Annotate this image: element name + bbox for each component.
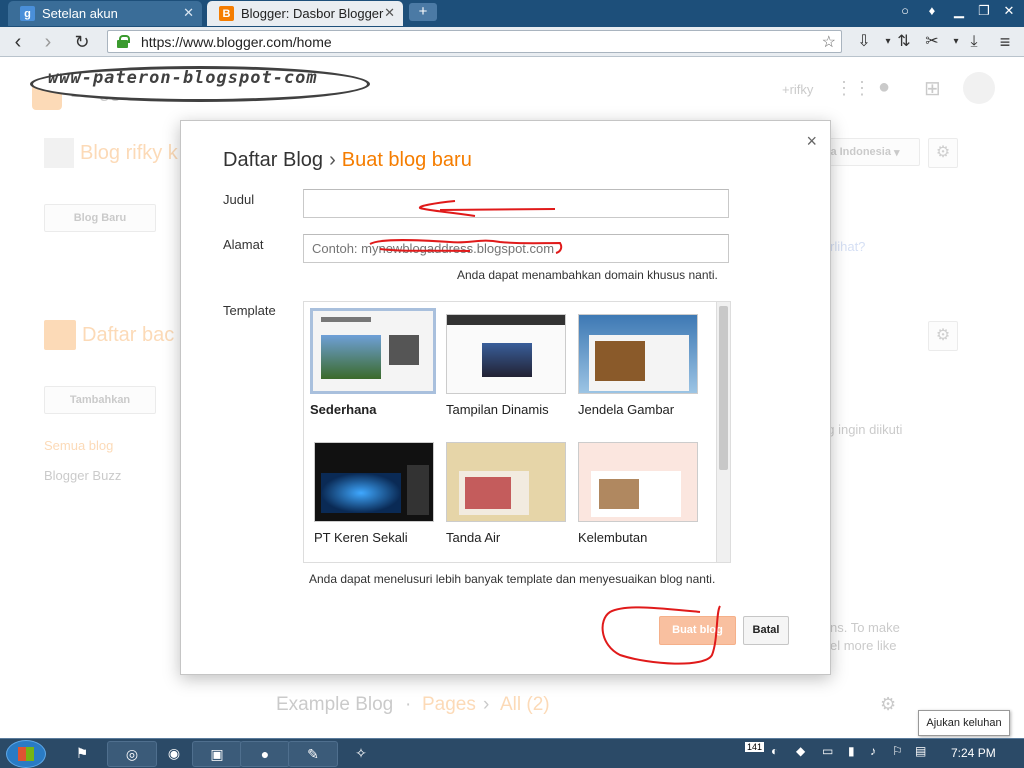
- tray-badge[interactable]: 141: [745, 742, 765, 752]
- flag-icon[interactable]: ⚐: [892, 744, 903, 758]
- window-icon[interactable]: ▣: [192, 741, 242, 767]
- minimize-icon[interactable]: ▁: [947, 3, 971, 19]
- menu-icon[interactable]: ≡: [993, 30, 1017, 54]
- tab-label: Setelan akun: [42, 6, 118, 21]
- template-thumbnail: [446, 442, 566, 522]
- template-scrollbar[interactable]: [716, 302, 730, 562]
- title-input[interactable]: [303, 189, 729, 218]
- address-hint: Anda dapat menambahkan domain khusus nan…: [457, 268, 718, 282]
- start-button[interactable]: [6, 740, 46, 768]
- dialog-title-main: Daftar Blog: [223, 149, 324, 171]
- network-icon[interactable]: ▤: [915, 744, 926, 758]
- template-hint: Anda dapat menelusuri lebih banyak templ…: [309, 572, 716, 586]
- shirt-icon[interactable]: ♦: [920, 3, 944, 18]
- back-icon[interactable]: ‹: [6, 30, 30, 54]
- download-helper-icon[interactable]: ⇩: [852, 30, 876, 54]
- title-field-label: Judul: [223, 192, 255, 207]
- template-name: PT Keren Sekali: [314, 530, 408, 545]
- firefox-icon[interactable]: ●: [240, 741, 290, 767]
- scrollbar-thumb[interactable]: [719, 306, 728, 470]
- forward-icon[interactable]: ›: [36, 30, 60, 54]
- restore-icon[interactable]: ❐: [972, 3, 996, 19]
- template-name: Tanda Air: [446, 530, 501, 545]
- antivirus-icon[interactable]: ◆: [796, 744, 805, 758]
- tab-label: Blogger: Dasbor Blogger: [241, 6, 384, 21]
- template-name: Kelembutan: [578, 530, 648, 545]
- address-field-label: Alamat: [223, 237, 264, 252]
- template-picture-window[interactable]: Jendela Gambar: [578, 314, 704, 417]
- close-tab-icon[interactable]: ✕: [183, 5, 194, 21]
- create-blog-dialog: × Daftar Blog › Buat blog baru Judul Alama…: [180, 120, 831, 675]
- template-simple[interactable]: Sederhana: [310, 308, 436, 417]
- tab-settings[interactable]: g Setelan akun ✕: [8, 1, 202, 26]
- blogger-favicon-icon: B: [219, 6, 234, 21]
- tab-blogger-dashboard[interactable]: B Blogger: Dasbor Blogger ✕: [207, 1, 403, 26]
- tray-app-icon[interactable]: ◐: [771, 744, 778, 758]
- cancel-button[interactable]: Batal: [743, 616, 789, 645]
- template-name: Tampilan Dinamis: [446, 402, 549, 417]
- template-thumbnail: [314, 442, 434, 522]
- close-icon[interactable]: ×: [806, 131, 817, 152]
- template-gallery: Sederhana Tampilan Dinamis Jendela Gamba…: [303, 301, 731, 563]
- download-icon[interactable]: ⤓: [962, 30, 986, 54]
- paint-icon[interactable]: ✎: [288, 741, 338, 767]
- lock-icon: [117, 35, 130, 48]
- browser-tab-strip: g Setelan akun ✕ B Blogger: Dasbor Blogg…: [0, 0, 1024, 27]
- chat-icon[interactable]: ○: [893, 3, 917, 18]
- scissors-icon[interactable]: ✂: [920, 30, 944, 54]
- create-blog-button[interactable]: Buat blog: [659, 616, 736, 645]
- template-thumbnail: [578, 314, 698, 394]
- template-thumbnail: [578, 442, 698, 522]
- browser-toolbar: ‹ › ↻ https://www.blogger.com/home ☆ ⇩ ▾…: [0, 27, 1024, 57]
- template-thumbnail: [446, 314, 566, 394]
- volume-icon[interactable]: ♪: [870, 744, 876, 758]
- address-bar[interactable]: https://www.blogger.com/home ☆: [107, 30, 842, 53]
- feedback-tooltip[interactable]: Ajukan keluhan: [918, 710, 1010, 736]
- template-label: Template: [223, 303, 276, 318]
- template-thumbnail: [310, 308, 436, 394]
- dialog-title: Daftar Blog › Buat blog baru: [223, 149, 472, 172]
- address-input[interactable]: [303, 234, 729, 263]
- template-watermark[interactable]: Tanda Air: [446, 442, 572, 545]
- close-window-icon[interactable]: ✕: [997, 3, 1021, 19]
- template-name: Jendela Gambar: [578, 402, 675, 417]
- template-awesome-inc[interactable]: PT Keren Sekali: [314, 442, 440, 545]
- tray-device-icon[interactable]: ▮: [848, 744, 855, 758]
- google-favicon-icon: g: [20, 6, 35, 21]
- template-ethereal[interactable]: Kelembutan: [578, 442, 704, 545]
- dialog-subtitle: Buat blog baru: [341, 149, 472, 171]
- new-tab-button[interactable]: +: [409, 3, 437, 21]
- taskbar: ⚑ ◎ ◉ ▣ ● ✎ ✧ 141 ◐ ◆ ▭ ▮ ♪ ⚐ ▤ 7:24 PM: [0, 738, 1024, 768]
- tray-monitor-icon[interactable]: ▭: [822, 744, 833, 758]
- visual-studio-icon[interactable]: ⚑: [57, 741, 107, 767]
- template-name: Sederhana: [310, 402, 377, 417]
- url-text: https://www.blogger.com/home: [141, 34, 332, 50]
- sync-arrows-icon[interactable]: ⇅: [892, 30, 916, 54]
- reload-icon[interactable]: ↻: [70, 30, 94, 54]
- bookmark-star-icon[interactable]: ☆: [822, 32, 836, 52]
- tool-icon[interactable]: ✧: [336, 741, 386, 767]
- template-dynamic[interactable]: Tampilan Dinamis: [446, 314, 572, 417]
- close-tab-icon[interactable]: ✕: [384, 5, 395, 21]
- title-separator: ›: [329, 149, 336, 171]
- clock[interactable]: 7:24 PM: [951, 746, 996, 760]
